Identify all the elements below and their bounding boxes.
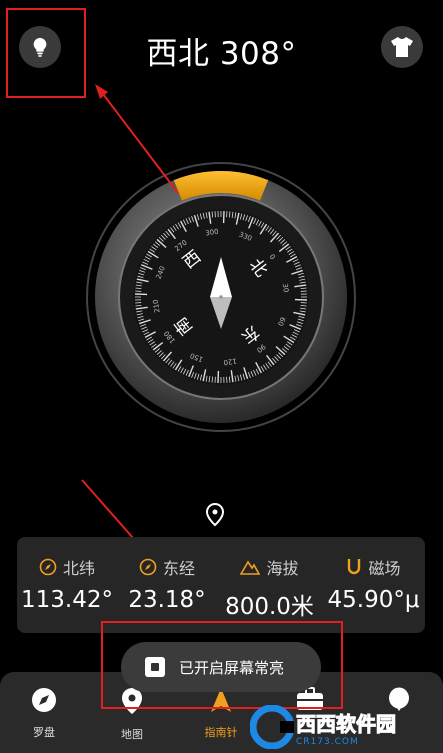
stat-altitude: 海拔 800.0米 bbox=[217, 537, 322, 633]
compass-small-icon bbox=[139, 558, 157, 576]
dial-degree-label: 30 bbox=[281, 283, 290, 293]
stat-magnetic: 磁场 45.90°μ bbox=[322, 537, 425, 633]
stat-longitude: 东经 23.18° bbox=[117, 537, 217, 633]
mountain-icon bbox=[240, 560, 261, 575]
watermark-text: 西西软件园 bbox=[296, 711, 397, 736]
tab-map-label: 地图 bbox=[121, 728, 143, 741]
annotation-arrow-top bbox=[99, 89, 179, 194]
stat-longitude-value: 23.18° bbox=[128, 587, 206, 613]
magnet-icon bbox=[348, 559, 361, 575]
tab-compass[interactable]: 罗盘 bbox=[14, 687, 74, 740]
stat-longitude-label: 东经 bbox=[162, 559, 195, 578]
compass-small-icon bbox=[39, 558, 57, 576]
compass-icon bbox=[32, 688, 56, 712]
tab-compass-label: 罗盘 bbox=[33, 726, 55, 739]
stat-latitude-label: 北纬 bbox=[62, 559, 95, 578]
tab-guide-label: 指南针 bbox=[204, 726, 238, 739]
stat-latitude-value: 113.42° bbox=[21, 587, 113, 613]
stat-altitude-value: 800.0米 bbox=[225, 594, 314, 620]
stat-latitude: 北纬 113.42° bbox=[17, 537, 117, 633]
stat-magnetic-value: 45.90°μ bbox=[327, 587, 420, 613]
annotation-box-bottom bbox=[101, 621, 343, 709]
stat-magnetic-label: 磁场 bbox=[368, 559, 401, 578]
stats-panel: 北纬 113.42° 东经 23.18° 海拔 800.0米 磁场 45.90°… bbox=[17, 537, 425, 633]
stat-altitude-label: 海拔 bbox=[266, 559, 299, 578]
watermark-subtext: CR173.COM bbox=[296, 736, 359, 747]
watermark-c-icon bbox=[250, 705, 294, 749]
location-pin-icon[interactable] bbox=[205, 502, 225, 527]
watermark-logo: 西西软件园 CR173.COM bbox=[250, 705, 440, 749]
